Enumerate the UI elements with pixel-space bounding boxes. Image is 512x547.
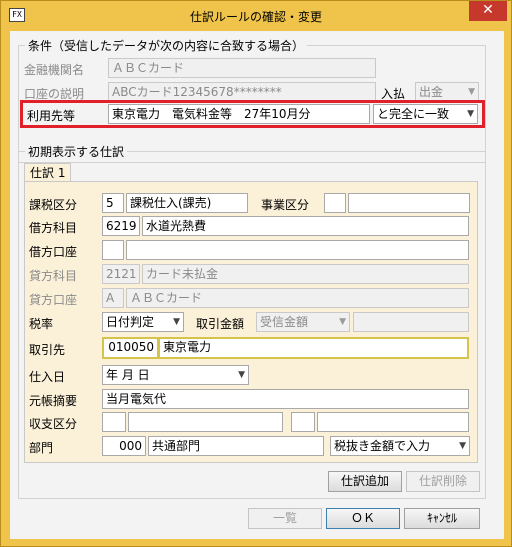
account-field: ABCカード12345678******** [108,82,376,102]
date-value: 年 月 日 [106,368,150,382]
department-input-mode-value: 税抜き金額で入力 [334,439,431,453]
inout-value: 出金 [419,85,444,99]
partner-label: 取引先 [29,343,66,357]
balance-category-code-2[interactable] [291,412,315,432]
chevron-down-icon: ▼ [459,441,466,451]
ok-button[interactable]: ＯＫ [326,508,400,529]
credit-sub-account-label: 貸方口座 [29,293,78,307]
amount-value: 受信金額 [260,315,309,329]
chevron-down-icon: ▼ [238,370,245,380]
add-entry-button[interactable]: 仕訳追加 [328,471,402,492]
dialog-window: FX 仕訳ルールの確認・変更 ✕ 条件（受信したデータが次の内容に合致する場合）… [0,0,512,547]
bank-label: 金融機関名 [24,63,85,77]
inout-select: 出金 ▼ [415,82,479,102]
payee-input[interactable]: 東京電力 電気料金等 27年10月分 [108,104,370,124]
business-category-name[interactable] [348,193,470,213]
balance-category-code-1[interactable] [102,412,126,432]
debit-sub-account-name[interactable] [126,240,469,260]
conditions-group-label: 条件（受信したデータが次の内容に合致する場合） [25,37,308,54]
business-category-code[interactable] [324,193,346,213]
debit-account-label: 借方科目 [29,221,78,235]
credit-sub-account-code: A [102,288,124,308]
tab-entry-1[interactable]: 仕訳 1 [24,163,72,182]
debit-sub-account-label: 借方口座 [29,245,78,259]
delete-entry-button[interactable]: 仕訳削除 [406,471,480,492]
partner-code[interactable]: 010050 [102,337,159,359]
summary-label: 元帳摘要 [29,394,78,408]
date-label: 仕入日 [29,370,66,384]
date-select[interactable]: 年 月 日 ▼ [102,365,249,385]
balance-category-name-1[interactable] [128,412,283,432]
tax-category-name[interactable]: 課税仕入(課売) [126,193,248,213]
title-bar: FX 仕訳ルールの確認・変更 ✕ [1,1,511,31]
debit-account-name[interactable]: 水道光熱費 [142,216,469,236]
close-icon: ✕ [482,2,494,18]
balance-category-label: 収支区分 [29,417,78,431]
window-title: 仕訳ルールの確認・変更 [189,10,322,24]
chevron-down-icon: ▼ [468,87,475,97]
debit-sub-account-code[interactable] [102,240,124,260]
tax-category-code[interactable]: 5 [102,193,124,213]
amount-field [353,312,469,332]
debit-account-code[interactable]: 6219 [102,216,140,236]
bank-field: ＡＢＣカード [108,58,376,78]
business-category-label: 事業区分 [261,198,310,212]
tax-rate-value: 日付判定 [106,315,155,329]
credit-sub-account-name: ＡＢＣカード [126,288,469,308]
chevron-down-icon: ▼ [467,109,474,119]
department-code[interactable]: 000 [102,436,146,456]
chevron-down-icon: ▼ [339,317,346,327]
department-name[interactable]: 共通部門 [148,436,324,456]
amount-label: 取引金額 [196,317,245,331]
credit-account-code: 2121 [102,264,140,284]
payee-label: 利用先等 [27,109,76,123]
dialog-client-area: 条件（受信したデータが次の内容に合致する場合） 金融機関名 ＡＢＣカード 口座の… [10,31,504,539]
cancel-button[interactable]: ｷｬﾝｾﾙ [404,508,480,529]
amount-select: 受信金額 ▼ [256,312,350,332]
department-input-mode-select[interactable]: 税抜き金額で入力 ▼ [330,436,470,456]
match-type-value: と完全に一致 [377,107,450,121]
summary-input[interactable]: 当月電気代 [102,389,469,409]
credit-account-label: 貸方科目 [29,269,78,283]
initial-entry-group-label: 初期表示する仕訳 [25,143,128,160]
credit-account-name: カード未払金 [142,264,469,284]
department-label: 部門 [29,441,54,455]
tax-rate-select[interactable]: 日付判定 ▼ [102,312,184,332]
close-button[interactable]: ✕ [469,1,507,21]
balance-category-name-2[interactable] [317,412,469,432]
match-type-select[interactable]: と完全に一致 ▼ [373,104,478,124]
list-button[interactable]: 一覧 [248,508,322,529]
tax-category-label: 課税区分 [29,198,78,212]
partner-name[interactable]: 東京電力 [158,337,469,359]
chevron-down-icon: ▼ [173,317,180,327]
tax-rate-label: 税率 [29,317,54,331]
